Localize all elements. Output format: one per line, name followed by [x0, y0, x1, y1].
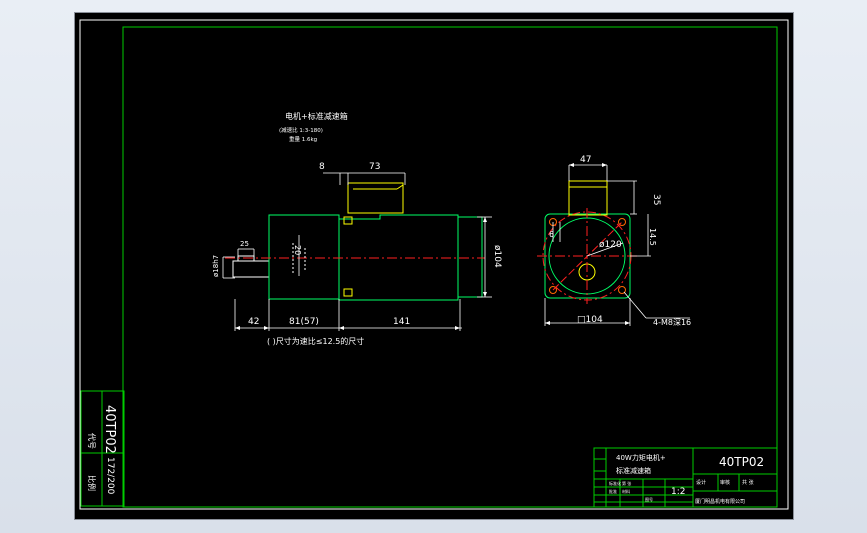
dim-73: 73 — [369, 162, 380, 172]
dim-phi18h7: ø18h7 — [212, 255, 220, 277]
mount-ear-bottom — [343, 288, 353, 297]
dim-sq104: □104 — [577, 315, 603, 325]
terminal-box — [347, 182, 404, 214]
dim-8: 8 — [319, 162, 325, 172]
dim-14-5: 14.5 — [648, 228, 657, 246]
screen-background: 代号 比例 40TP02 172/200 40W力矩电机+ 标准减速箱 40TP… — [0, 0, 867, 533]
title-desc-line-1: 40W力矩电机+ — [616, 453, 666, 462]
title-small-8: 图号 — [645, 496, 653, 502]
front-terminal-box — [568, 180, 608, 216]
dim-47: 47 — [580, 155, 591, 165]
side-label-1: 代号 — [87, 433, 97, 449]
title-part-number: 40TP02 — [719, 455, 764, 469]
drawing-sheet: 代号 比例 40TP02 172/200 40W力矩电机+ 标准减速箱 40TP… — [74, 12, 794, 520]
side-view — [225, 182, 485, 301]
drawing-title: 电机+标准减速箱 — [285, 111, 348, 121]
dim-42: 42 — [248, 317, 259, 327]
title-small-7: 材料 — [622, 488, 630, 494]
dim-81: 81(57) — [289, 317, 319, 327]
output-shaft — [232, 260, 270, 278]
title-small-2: 审核 — [720, 479, 730, 486]
side-part-number: 40TP02 — [102, 405, 117, 454]
title-small-3: 标准化 — [609, 480, 621, 486]
dim-35: 35 — [651, 194, 661, 205]
title-scale: 1:2 — [671, 487, 685, 497]
title-desc-line-2: 标准减速箱 — [616, 466, 651, 475]
front-view — [537, 180, 638, 304]
dim-25: 25 — [240, 240, 249, 248]
title-small-1: 设计 — [696, 479, 706, 486]
dim-6: 6 — [549, 230, 554, 239]
dim-phi120: ø120 — [599, 240, 622, 250]
side-code: 172/200 — [105, 457, 115, 495]
dim-4-m8: 4-M8深16 — [653, 318, 691, 327]
drawing-subtitle-weight: 重量 1.6kg — [289, 135, 317, 143]
title-small-6: 第 张 — [622, 480, 631, 486]
side-dimension-lines — [222, 172, 492, 331]
motor-end-cap — [457, 216, 483, 298]
cad-drawing: 代号 比例 40TP02 172/200 40W力矩电机+ 标准减速箱 40TP… — [79, 19, 789, 510]
gearbox-body — [268, 214, 340, 300]
dim-141: 141 — [393, 317, 410, 327]
title-small-4: 批准 — [609, 488, 617, 494]
inner-frame — [122, 26, 778, 508]
dim-phi104: ø104 — [492, 245, 502, 268]
outer-frame — [79, 19, 789, 510]
side-label-2: 比例 — [87, 475, 97, 491]
mount-ear-top — [343, 216, 353, 225]
dim-20: 20 — [293, 245, 302, 255]
title-small-5: 共 张 — [742, 479, 754, 486]
drawing-note: ( )尺寸为速比≤12.5的尺寸 — [267, 336, 364, 346]
drawing-subtitle-ratio: (减速比 1:3-180) — [279, 126, 323, 134]
title-company: 厦门明昌机电有限公司 — [695, 498, 745, 505]
